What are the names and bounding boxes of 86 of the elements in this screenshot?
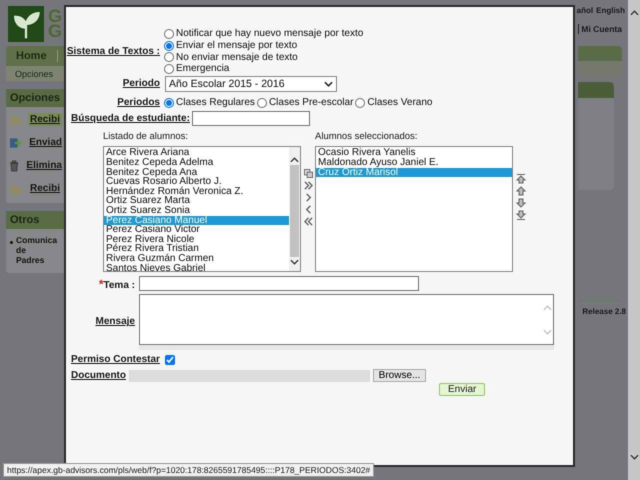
bullet-icon (10, 241, 13, 244)
scrollbar[interactable] (628, 0, 640, 480)
radio-label: Notificar que hay nuevo mensaje por texto (176, 28, 364, 40)
leaf-logo-icon (6, 6, 46, 42)
folder-icon (10, 184, 22, 194)
radio-button[interactable] (164, 28, 174, 39)
radio-button[interactable] (164, 98, 174, 108)
scroll-up-icon[interactable] (630, 10, 638, 16)
radio-label: Clases Pre-escolar (268, 97, 354, 108)
list-option[interactable]: Benitez Cepeda Ana (104, 168, 289, 178)
list-option[interactable]: Ocasio Rivera Yanelis (316, 148, 512, 158)
list-option[interactable]: Maldonado Ayuso Janiel E. (316, 158, 512, 168)
required-mark: * (98, 276, 104, 291)
sidebar-link[interactable]: Enviad (27, 136, 64, 149)
chevron-right-icon[interactable] (304, 193, 312, 202)
sub-nav-link[interactable]: Opciones (15, 68, 54, 78)
arrow-up-icon[interactable] (516, 186, 526, 196)
send-arrow-icon (10, 136, 22, 148)
move-bottom-icon[interactable] (516, 210, 526, 220)
field-label: Tema : (104, 280, 135, 291)
selected-students-listbox[interactable]: Ocasio Rivera Yanelis Maldonado Ayuso Janiel E. Cruz Ortiz Marisol (315, 146, 513, 272)
field-label: Permiso Contestar (71, 354, 160, 366)
file-path-field[interactable] (129, 370, 370, 382)
status-bar-url: https://apex.gb-advisors.com/pls/web/f?p=1020:178:8265591785495::::P178_PERIODOS:3402# (3, 463, 374, 477)
logo-letter: G (48, 24, 62, 39)
scroll-down-icon[interactable] (630, 454, 638, 460)
send-button[interactable]: Enviar (439, 383, 486, 396)
trash-icon (10, 160, 18, 172)
radio-button[interactable] (256, 98, 267, 108)
panel-title: Otros (6, 211, 64, 229)
list-option[interactable]: Hernández Román Veronica Z. (104, 186, 289, 196)
student-listbox[interactable] (103, 146, 301, 272)
sidebar-link[interactable]: Recibi (28, 182, 62, 195)
list-option[interactable]: Benitez Cepeda Adelma (104, 158, 289, 168)
radio-label: Enviar el mensaje por texto (176, 40, 298, 52)
radio-button[interactable] (164, 40, 174, 51)
list-label: Alumnos seleccionados: (315, 131, 418, 142)
radio-button[interactable] (164, 64, 174, 74)
radio-button[interactable] (164, 52, 174, 62)
arrow-down-icon[interactable] (516, 198, 526, 208)
release-label: Release 2.8 (582, 307, 627, 316)
list-option[interactable]: Pérez Rivera Tristian (104, 244, 289, 254)
radio-button[interactable] (355, 98, 366, 108)
scroll-thumb[interactable] (290, 165, 299, 258)
field-label: Sistema de Textos : (66, 46, 161, 57)
list-option[interactable]: Perez Rivera Nicole (104, 234, 289, 244)
list-option[interactable]: Ortiz Suarez Sonia (104, 206, 289, 216)
list-scrollbar[interactable] (289, 147, 300, 272)
language-link[interactable]: añol (576, 6, 594, 15)
panel-title: Opciones (6, 89, 64, 107)
list-option[interactable]: Rivera Guzmán Carmen (104, 254, 289, 264)
sidebar-link[interactable]: Recibi (28, 113, 62, 126)
double-chevron-left-icon[interactable] (304, 217, 312, 226)
folder-icon (10, 114, 22, 124)
radio-label: Clases Regulares (176, 97, 255, 108)
double-chevron-right-icon[interactable] (304, 181, 312, 190)
list-option[interactable]: Ortiz Suarez Marta (104, 196, 289, 206)
field-label: Búsqueda de estudiante: (71, 113, 190, 124)
scroll-down-icon[interactable] (290, 259, 299, 266)
radio-label: Emergencia (176, 63, 230, 74)
subject-field[interactable] (139, 276, 419, 292)
radio-label: No enviar mensaje de texto (176, 52, 298, 63)
move-top-icon[interactable] (516, 174, 526, 184)
header-bar (578, 46, 622, 76)
scroll-up-icon[interactable] (290, 157, 299, 164)
list-label: Listado de alumnos: (103, 131, 190, 142)
period-dropdown[interactable]: Año Escolar 2015 - 2016 (165, 76, 337, 92)
browse-button[interactable]: Browse... (373, 369, 426, 382)
field-label: Periodos (116, 97, 161, 108)
checkbox[interactable] (164, 354, 175, 365)
list-option[interactable]: Perez Casiano Victor (104, 225, 289, 235)
sidebar-link[interactable]: Elimina (24, 159, 64, 172)
field-label: Periodo (122, 78, 161, 89)
chevron-left-icon[interactable] (304, 205, 312, 214)
sidebar-link[interactable]: Comunica de Padres (16, 235, 56, 265)
list-option[interactable]: Santos Nieves Gabriel (104, 264, 289, 274)
field-label: Mensaje (94, 316, 136, 328)
language-link[interactable]: English (596, 6, 625, 15)
logo-letter: G (48, 9, 62, 24)
chevron-down-icon (324, 80, 333, 87)
copy-icon[interactable] (304, 169, 312, 178)
field-label: Documento (71, 370, 126, 382)
list-option[interactable]: Arce Rivera Ariana (104, 148, 289, 158)
list-option[interactable]: Cuevas Rosario Alberto J. (104, 177, 289, 187)
radio-label: Clases Verano (367, 97, 432, 108)
student-search-field[interactable] (192, 111, 310, 126)
